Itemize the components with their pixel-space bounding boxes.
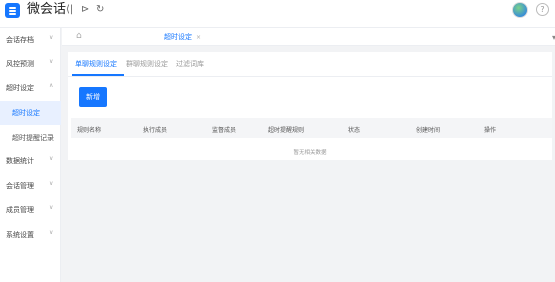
sidebar-item-label: 超时设定 bbox=[6, 84, 34, 92]
sidebar-item-label: 超时设定 bbox=[12, 109, 40, 117]
table-header: 规则名称 执行成员 监督成员 超时提醒规则 状态 创建时间 操作 bbox=[71, 118, 552, 138]
chevron-down-icon: ∨ bbox=[49, 155, 54, 162]
top-bar: 微会话 ⟨| ⊳ ↻ ? bbox=[0, 0, 555, 28]
tab-timeout-settings[interactable]: 超时设定 × bbox=[160, 30, 205, 44]
home-icon[interactable]: ⌂ bbox=[76, 31, 82, 41]
sidebar-item-system-settings[interactable]: 系统设置 ∨ bbox=[0, 223, 61, 247]
column-header-status: 状态 bbox=[348, 127, 361, 134]
chevron-down-icon: ∨ bbox=[49, 229, 54, 236]
close-icon[interactable]: × bbox=[196, 34, 201, 41]
sidebar-item-session-management[interactable]: 会话管理 ∨ bbox=[0, 174, 61, 198]
sidebar: 会话存档 ∨ 风控预测 ∨ 超时设定 ∧ 超时设定 超时提醒记录 数据统计 ∨ … bbox=[0, 28, 61, 282]
sidebar-item-risk-prediction[interactable]: 风控预测 ∨ bbox=[0, 52, 61, 76]
chevron-down-icon: ∨ bbox=[49, 58, 54, 65]
column-header-created-time: 创建时间 bbox=[416, 127, 441, 134]
add-button[interactable]: 新增 bbox=[79, 87, 107, 107]
column-header-actions: 操作 bbox=[484, 127, 497, 134]
sidebar-subitem-timeout-reminder-log[interactable]: 超时提醒记录 bbox=[0, 126, 61, 150]
pin-icon[interactable]: ⊳ bbox=[81, 4, 89, 16]
chevron-down-icon: ∨ bbox=[49, 180, 54, 187]
user-avatar[interactable] bbox=[512, 2, 528, 18]
sidebar-item-member-management[interactable]: 成员管理 ∨ bbox=[0, 198, 61, 222]
sidebar-item-label: 风控预测 bbox=[6, 60, 34, 68]
sidebar-item-label: 会话管理 bbox=[6, 182, 34, 190]
subtab-filter-word-library[interactable]: 过滤词库 bbox=[176, 59, 204, 69]
app-brand-title: 微会话 bbox=[27, 2, 67, 17]
column-header-rule-name: 规则名称 bbox=[77, 127, 102, 134]
tab-label: 超时设定 bbox=[164, 33, 192, 41]
empty-state-text: 暂无相关数据 bbox=[293, 150, 327, 156]
sidebar-item-timeout-settings[interactable]: 超时设定 ∧ bbox=[0, 76, 61, 100]
chevron-down-icon: ∨ bbox=[49, 204, 54, 211]
column-header-timeout-rule: 超时提醒规则 bbox=[268, 127, 305, 134]
sidebar-item-label: 成员管理 bbox=[6, 206, 34, 214]
refresh-icon[interactable]: ↻ bbox=[96, 4, 104, 16]
sidebar-item-label: 会话存档 bbox=[6, 36, 34, 44]
page-tab-strip: ⌂ 超时设定 × bbox=[62, 28, 555, 46]
column-header-executor: 执行成员 bbox=[143, 127, 168, 134]
sidebar-item-label: 超时提醒记录 bbox=[12, 134, 54, 142]
app-logo-icon bbox=[5, 3, 20, 18]
subtab-divider bbox=[68, 76, 552, 77]
chevron-up-icon: ∧ bbox=[49, 82, 54, 89]
sidebar-item-label: 数据统计 bbox=[6, 157, 34, 165]
sidebar-item-data-statistics[interactable]: 数据统计 ∨ bbox=[0, 149, 61, 173]
subtab-group-chat-rules[interactable]: 群聊规则设定 bbox=[126, 59, 168, 69]
sidebar-item-session-archive[interactable]: 会话存档 ∨ bbox=[0, 28, 61, 52]
column-header-supervisor: 监督成员 bbox=[212, 127, 237, 134]
content-panel: 单聊规则设定 群聊规则设定 过滤词库 新增 规则名称 执行成员 监督成员 超时提… bbox=[68, 52, 552, 160]
collapse-menu-icon[interactable]: ⟨| bbox=[66, 4, 73, 16]
help-icon[interactable]: ? bbox=[536, 3, 549, 16]
chevron-down-icon: ∨ bbox=[49, 34, 54, 41]
sidebar-subitem-timeout-settings[interactable]: 超时设定 bbox=[0, 101, 61, 125]
subtab-single-chat-rules[interactable]: 单聊规则设定 bbox=[75, 59, 117, 69]
sidebar-item-label: 系统设置 bbox=[6, 231, 34, 239]
